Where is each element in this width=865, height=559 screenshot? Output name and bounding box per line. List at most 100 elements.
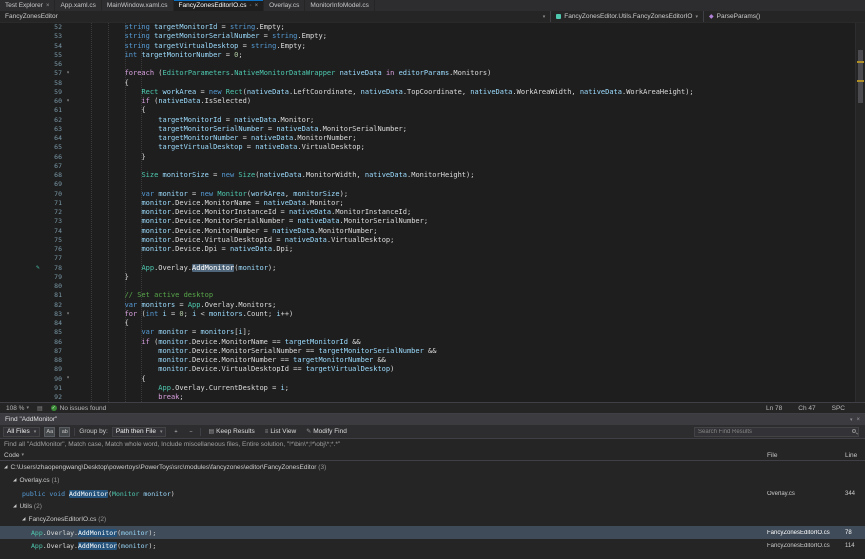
code-line-87[interactable]: 87 monitor.Device.MonitorSerialNumber ==…: [0, 347, 855, 356]
code-line-89[interactable]: 89 monitor.Device.VirtualDesktopId == ta…: [0, 365, 855, 374]
tab-test-explorer[interactable]: Test Explorer×: [0, 0, 55, 11]
expander-icon[interactable]: ◢: [4, 465, 7, 470]
gutter[interactable]: 65: [0, 143, 74, 152]
gutter[interactable]: 76: [0, 245, 74, 254]
gutter[interactable]: 74: [0, 227, 74, 236]
gutter[interactable]: 79: [0, 273, 74, 282]
code-line-73[interactable]: 73 monitor.Device.MonitorSerialNumber = …: [0, 217, 855, 226]
code-line-61[interactable]: 61 {: [0, 106, 855, 115]
gutter[interactable]: 84: [0, 319, 74, 328]
expander-icon[interactable]: ◢: [13, 478, 16, 483]
expand-all-icon[interactable]: +: [170, 427, 181, 437]
document-health-indicator[interactable]: ✓ No issues found: [51, 405, 107, 412]
code-line-80[interactable]: 80: [0, 282, 855, 291]
gutter[interactable]: 91: [0, 384, 74, 393]
code-line-88[interactable]: 88 monitor.Device.MonitorNumber == targe…: [0, 356, 855, 365]
code-line-62[interactable]: 62 targetMonitorId = nativeData.Monitor;: [0, 116, 855, 125]
gutter[interactable]: 72: [0, 208, 74, 217]
gutter[interactable]: 73: [0, 217, 74, 226]
column-indicator[interactable]: Ch 47: [798, 405, 815, 412]
code-line-82[interactable]: 82 var monitors = App.Overlay.Monitors;: [0, 301, 855, 310]
gutter[interactable]: 66: [0, 153, 74, 162]
gutter[interactable]: 63: [0, 125, 74, 134]
code-area[interactable]: 52 string targetMonitorId = string.Empty…: [0, 23, 855, 402]
code-line-54[interactable]: 54 string targetVirtualDesktop = string.…: [0, 42, 855, 51]
find-group-row[interactable]: ◢C:\Users\zhaopengwang\Desktop\powertoys…: [0, 461, 865, 474]
code-line-92[interactable]: 92 break;: [0, 393, 855, 402]
gutter[interactable]: ✎78: [0, 264, 74, 273]
gutter[interactable]: 53: [0, 32, 74, 41]
gutter[interactable]: 54: [0, 42, 74, 51]
document-outline-icon[interactable]: ▤: [37, 405, 43, 412]
code-line-91[interactable]: 91 App.Overlay.CurrentDesktop = i;: [0, 384, 855, 393]
gutter[interactable]: 70: [0, 190, 74, 199]
search-input[interactable]: [694, 427, 859, 437]
close-icon[interactable]: ×: [255, 3, 259, 9]
gutter[interactable]: 82: [0, 301, 74, 310]
type-dropdown[interactable]: FancyZonesEditor.Utils.FancyZonesEditorI…: [550, 11, 703, 22]
gutter[interactable]: 58: [0, 79, 74, 88]
zoom-control[interactable]: 108 % ▾: [6, 405, 29, 412]
project-dropdown[interactable]: FancyZonesEditor ▾: [0, 11, 550, 22]
column-header-line[interactable]: Line: [845, 452, 865, 459]
code-line-70[interactable]: 70 var monitor = new Monitor(workArea, m…: [0, 190, 855, 199]
code-line-90[interactable]: 90▾ {: [0, 375, 855, 384]
list-view-button[interactable]: ≡ List View: [262, 428, 299, 435]
gutter[interactable]: 56: [0, 60, 74, 69]
fold-chevron-icon[interactable]: ▾: [62, 71, 74, 77]
code-line-72[interactable]: 72 monitor.Device.MonitorInstanceId = na…: [0, 208, 855, 217]
tab-overlay-cs[interactable]: Overlay.cs: [264, 0, 305, 11]
fold-chevron-icon[interactable]: ▾: [62, 99, 74, 105]
code-line-60[interactable]: 60▾ if (nativeData.IsSelected): [0, 97, 855, 106]
gutter[interactable]: 71: [0, 199, 74, 208]
gutter[interactable]: 83▾: [0, 310, 74, 319]
gutter[interactable]: 52: [0, 23, 74, 32]
gutter[interactable]: 81: [0, 291, 74, 300]
gutter[interactable]: 68: [0, 171, 74, 180]
tab-monitorinfomodel-cs[interactable]: MonitorInfoModel.cs: [305, 0, 375, 11]
find-group-row[interactable]: ◢FancyZonesEditorIO.cs (2): [0, 513, 865, 526]
code-line-85[interactable]: 85 var monitor = monitors[i];: [0, 328, 855, 337]
gutter[interactable]: 87: [0, 347, 74, 356]
gutter[interactable]: 77: [0, 254, 74, 263]
find-result-row[interactable]: App.Overlay.AddMonitor(monitor);FancyZon…: [0, 539, 865, 552]
group-by-dropdown[interactable]: Path then File ▾: [112, 427, 167, 437]
whole-word-icon[interactable]: ab: [59, 427, 70, 437]
code-line-53[interactable]: 53 string targetMonitorSerialNumber = st…: [0, 32, 855, 41]
gutter[interactable]: 80: [0, 282, 74, 291]
gutter[interactable]: 85: [0, 328, 74, 337]
gutter[interactable]: 57▾: [0, 69, 74, 78]
find-result-row[interactable]: App.Overlay.AddMonitor(monitor);FancyZon…: [0, 526, 865, 539]
scope-dropdown[interactable]: All Files ▾: [3, 427, 40, 437]
code-line-67[interactable]: 67: [0, 162, 855, 171]
code-line-81[interactable]: 81 // Set active desktop: [0, 291, 855, 300]
code-line-75[interactable]: 75 monitor.Device.VirtualDesktopId = nat…: [0, 236, 855, 245]
gutter[interactable]: 89: [0, 365, 74, 374]
gutter[interactable]: 86: [0, 338, 74, 347]
gutter[interactable]: 75: [0, 236, 74, 245]
column-header-code[interactable]: Code ▾: [0, 452, 767, 459]
gutter[interactable]: 62: [0, 116, 74, 125]
fold-chevron-icon[interactable]: ▾: [62, 376, 74, 382]
code-line-66[interactable]: 66 }: [0, 153, 855, 162]
close-icon[interactable]: ×: [46, 3, 50, 9]
code-line-55[interactable]: 55 int targetMonitorNumber = 0;: [0, 51, 855, 60]
code-line-68[interactable]: 68 Size monitorSize = new Size(nativeDat…: [0, 171, 855, 180]
code-line-59[interactable]: 59 Rect workArea = new Rect(nativeData.L…: [0, 88, 855, 97]
keep-results-button[interactable]: ▤ Keep Results: [205, 428, 257, 435]
find-result-row[interactable]: public void AddMonitor(Monitor monitor)O…: [0, 487, 865, 500]
gutter[interactable]: 67: [0, 162, 74, 171]
close-icon[interactable]: ×: [856, 417, 860, 423]
expander-icon[interactable]: ◢: [13, 504, 16, 509]
code-line-65[interactable]: 65 targetVirtualDesktop = nativeData.Vir…: [0, 143, 855, 152]
tab-mainwindow-xaml-cs[interactable]: MainWindow.xaml.cs: [102, 0, 174, 11]
code-line-84[interactable]: 84 {: [0, 319, 855, 328]
tab-fancyzoneseditorio-cs[interactable]: FancyZonesEditorIO.cs◦×: [174, 0, 265, 11]
editor-scrollbar[interactable]: [855, 23, 865, 402]
code-line-76[interactable]: 76 monitor.Device.Dpi = nativeData.Dpi;: [0, 245, 855, 254]
gutter[interactable]: 60▾: [0, 97, 74, 106]
tab-app-xaml-cs[interactable]: App.xaml.cs: [55, 0, 101, 11]
gutter[interactable]: 64: [0, 134, 74, 143]
code-editor[interactable]: 52 string targetMonitorId = string.Empty…: [0, 23, 865, 402]
gutter[interactable]: 88: [0, 356, 74, 365]
